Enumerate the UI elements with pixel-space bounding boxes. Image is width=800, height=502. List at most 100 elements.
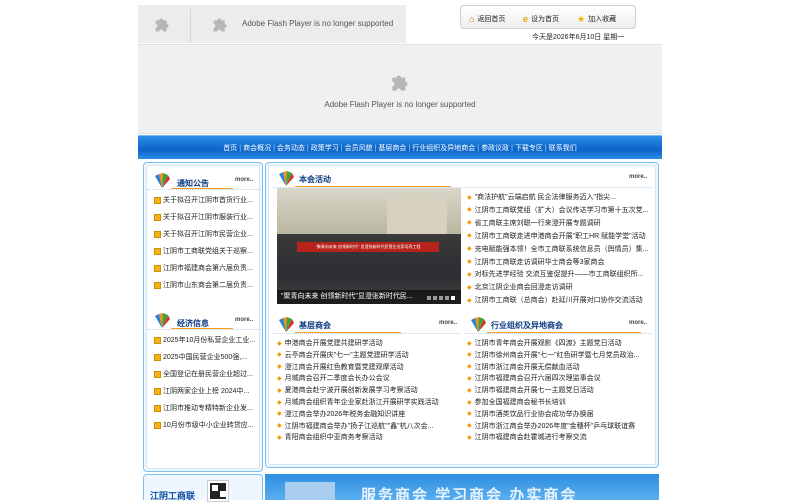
list-item[interactable]: ◆ 月城商会组织青年企业家赴浙江开展研学实践活动 [277,397,461,407]
nav-item[interactable]: 下载专区 [513,143,545,153]
nav-item[interactable]: 基层商会 [376,143,408,153]
list-item[interactable]: ◆ 夏港商会赴宁波开展创新发展学习考察活动 [277,385,461,395]
economy-panel: 经济信息 more.. 2025年10月份私营企业工业... 2025中国民营企业… [147,306,261,434]
nav-item[interactable]: 联系我们 [547,143,579,153]
list-item[interactable]: ◆ 江阴市酒类饮品行业协会成功举办换届 [467,409,651,419]
bullet-icon [154,231,161,238]
list-item[interactable]: ◆ 江阴市工商联（总商会）赴延川开展对口协作交流活动 [467,295,651,305]
grassroots-header: 基层商会 more.. [273,312,461,334]
list-item-text: 月城商会召开二季度会长办公会议 [284,375,390,383]
grassroots-more-link[interactable]: more.. [439,320,457,326]
notice-header: 通知公告 more.. [147,166,261,190]
home-link[interactable]: ⌂ 返回首页 [469,14,505,24]
list-item[interactable]: ◆ 江阴市工商联走访调研华士商会等3家商会 [467,257,651,267]
list-item-text: 参加全国福建商会秘书长培训 [474,399,566,406]
bookmark-link[interactable]: ★ 加入收藏 [577,14,616,24]
slide-dot[interactable] [439,296,443,300]
nav-item[interactable]: 政策学习 [309,143,341,153]
list-item[interactable]: ◆ 江阴市福建商会赴霍城进行考察交流 [467,432,651,442]
list-item[interactable]: 2025中国民营企业500强,... [147,349,261,366]
bullet-icon [154,371,161,378]
list-item[interactable]: ◆ 云亭商会开展庆"七一"主题党建研学活动 [277,350,461,360]
list-item[interactable]: ◆ 江阴市福建商会开展七一主题党日活动 [467,385,651,395]
list-item[interactable]: 10月份市级中小企业转贷应... [147,417,261,434]
set-homepage-link[interactable]: e 设为首页 [523,14,559,24]
list-item-text: 关于拟召开江阴市民营企业... [163,231,253,238]
notice-more-link[interactable]: more.. [235,177,253,183]
list-item[interactable]: ◆ 省工商联主席刘聪一行来澄开展专题调研 [467,218,651,228]
list-item[interactable]: ◆ 青阳商会组织中亚商务考察活动 [277,432,461,442]
list-item-text: 江阴市浙江商会开展无偿献血活动 [474,363,580,371]
list-item-text: 夏港商会赴宁波开展创新发展学习考察活动 [284,387,418,395]
list-item[interactable]: ◆ 江阴市徐州商会开展"七一"红色研学暨七月党员政治... [467,350,651,360]
main-column: 本会活动 more.. "聚青向未来 创领新时代" 显澄张新时代民营企业家培养工… [265,162,659,468]
list-item[interactable]: ◆ 江阴市浙江商会举办2026年度"金穗杯"乒乓球联谊赛 [467,421,651,431]
org-qr-box: 江阴工商联 [143,474,263,502]
industry-header: 行业组织及异地商会 more.. [465,312,651,334]
nav-item[interactable]: 会务动态 [275,143,307,153]
list-item[interactable]: 江阴市山东商会第二届负责... [147,277,261,294]
list-item[interactable]: ◆ 申港商会开展党建共建研学活动 [277,338,461,348]
bullet-icon: ◆ [467,399,472,406]
list-item-text: 省工商联主席刘聪一行来澄开展专题调研 [474,219,601,227]
industry-more-link[interactable]: more.. [629,320,647,326]
list-item-text: 江阴市工商联走进申港商会开展"职工HR 赋能学堂"活动 [474,232,646,240]
list-item-text: 申港商会开展党建共建研学活动 [284,340,383,347]
bullet-icon [154,282,161,289]
list-item[interactable]: 江阴两家企业上榜 2024中... [147,383,261,400]
list-item[interactable]: 江阴市工商联党组关于巡察... [147,243,261,260]
list-item-text: 江阴市福建商会举办"扬子江巡航""鑫"杭八次会... [284,422,434,430]
bullet-icon: ◆ [467,434,472,441]
list-item[interactable]: 关于拟召开江阴市服装行业... [147,209,261,226]
slide-dot[interactable] [451,296,455,300]
slide-dot[interactable] [445,296,449,300]
list-item[interactable]: ◆ 江阴市福建商会举办"扬子江巡航""鑫"杭八次会... [277,421,461,431]
list-item[interactable]: ◆ 江阴市青年商会开展观影《四渡》主题党日活动 [467,338,651,348]
nav-item[interactable]: 首页 [221,143,239,153]
list-item[interactable]: ◆ 江阴市工商联党组（扩大）会议传达学习市第十五次党... [467,205,651,215]
list-item[interactable]: ◆ 充电赋能强本领！全市工商联系统信息员（舆情员）集... [467,244,651,254]
activity-photo-slideshow[interactable]: "聚青向未来 创领新时代" 显澄张新时代民营企业家培养工程 "聚青向未来 创领新… [277,188,461,304]
list-item[interactable]: ◆ 北京江阴企业商会回澄走访调研 [467,282,651,292]
slide-dot[interactable] [427,296,431,300]
list-item[interactable]: ◆ 澄江商会开展红色教育暨党建观摩活动 [277,362,461,372]
fan-icon [155,173,170,188]
org-name: 江阴工商联 [150,491,196,501]
ie-icon: e [523,13,529,24]
list-item[interactable]: ◆ 江阴市福建商会召开六届四次理监事会议 [467,373,651,383]
bullet-icon: ◆ [277,352,282,359]
photo-banner-text: "聚青向未来 创领新时代" 显澄张新时代民营企业家培养工程 [297,242,439,252]
activity-more-link[interactable]: more.. [629,174,647,180]
list-item[interactable]: ◆ 江阴市工商联走进申港商会开展"职工HR 赋能学堂"活动 [467,231,651,241]
nav-item[interactable]: 会员风貌 [343,143,375,153]
home-link-label: 返回首页 [477,16,506,23]
bullet-icon: ◆ [277,387,282,394]
list-item[interactable]: 关于拟召开江阴市首货行业... [147,192,261,209]
economy-more-link[interactable]: more.. [235,317,253,323]
list-item-text: 关于拟召开江阴市首货行业... [163,197,253,204]
bookmark-label: 加入收藏 [588,16,617,23]
list-item[interactable]: 江阴市推动专精特新企业发... [147,400,261,417]
list-item[interactable]: ◆ 对标先进学经验 交流互鉴促提升——市工商联组织所... [467,269,651,279]
main-nav: 首页 | 商会概况 | 会务动态 | 政策学习 | 会员风貌 | 基层商会 | 行业组织及异地商会 | 参政… [138,135,662,159]
set-homepage-label: 设为首页 [531,16,560,23]
list-item[interactable]: ◆ 月城商会召开二季度会长办公会议 [277,373,461,383]
activity-title: 本会活动 [299,175,331,184]
nav-item[interactable]: 行业组织及异地商会 [410,143,477,153]
list-item[interactable]: 全国登记在册民营企业超过... [147,366,261,383]
list-item[interactable]: 江阴市福建商会第六届负责... [147,260,261,277]
list-item[interactable]: ◆ 参加全国福建商会秘书长培训 [467,397,651,407]
list-item[interactable]: 关于拟召开江阴市民营企业... [147,226,261,243]
bullet-icon: ◆ [467,387,472,394]
list-item[interactable]: ◆ 江阴市浙江商会开展无偿献血活动 [467,362,651,372]
bottom-banner[interactable]: 服务商会 学习商会 办实商会 [265,474,659,500]
list-item[interactable]: ◆ "商法护航"云端启航 民企法律服务迈入"指尖... [467,192,651,202]
nav-item[interactable]: 参政议政 [479,143,511,153]
fan-icon [279,171,294,186]
list-item[interactable]: 2025年10月份私营企业工业... [147,332,261,349]
list-item[interactable]: ◆ 澄江商会举办2026年税务金融知识讲座 [277,409,461,419]
bullet-icon: ◆ [467,259,472,265]
slide-dot[interactable] [433,296,437,300]
bullet-icon: ◆ [467,246,472,253]
nav-item[interactable]: 商会概况 [241,143,273,153]
